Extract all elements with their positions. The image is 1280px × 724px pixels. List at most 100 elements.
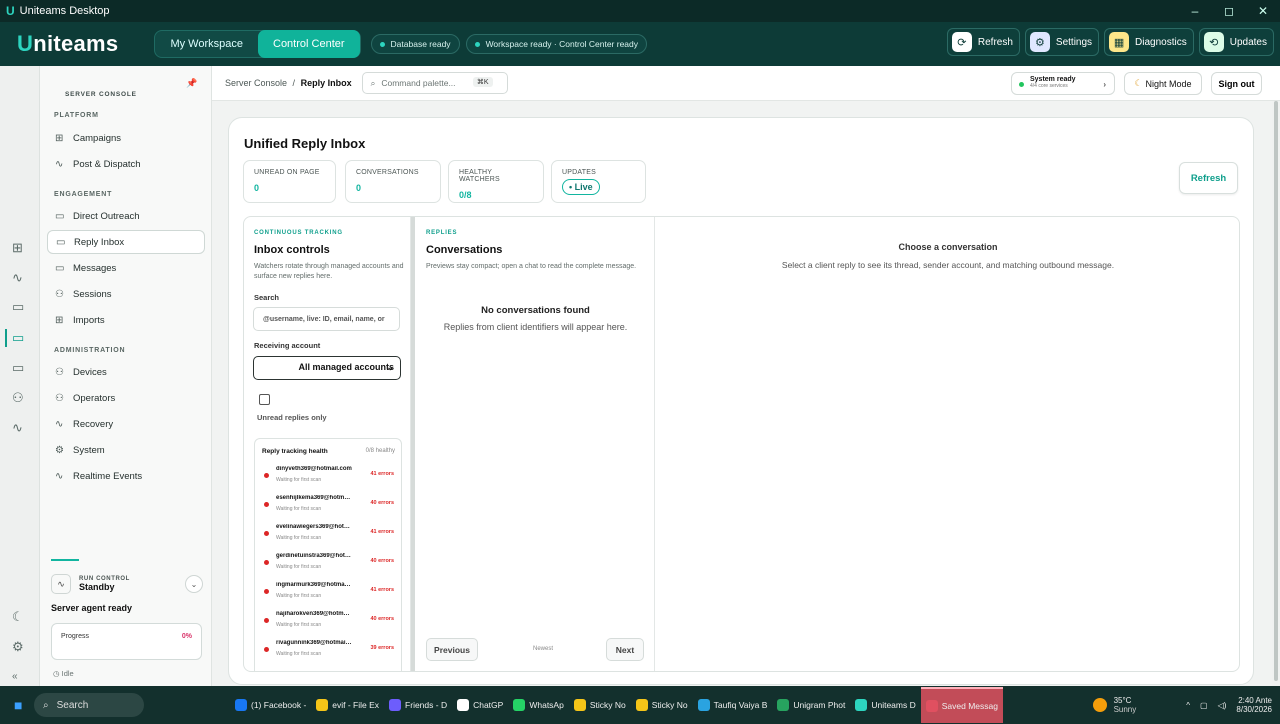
chevron-down-icon[interactable]: ⌄ [185, 575, 203, 593]
taskbar-search[interactable]: ⌕ Search [34, 693, 144, 717]
chevron-up-icon[interactable]: ^ [1186, 701, 1190, 710]
taskbar-app[interactable]: (1) Facebook - [230, 687, 311, 723]
minimize-button[interactable]: – [1178, 0, 1212, 22]
account-label: Receiving account [254, 341, 321, 350]
taskbar-app[interactable]: Sticky No [569, 687, 631, 723]
taskbar-app[interactable]: Friends - D [384, 687, 452, 723]
account-select[interactable]: All managed accounts ⌄ [253, 356, 401, 380]
refresh-button[interactable]: Refresh [1179, 162, 1238, 194]
list-item[interactable]: najiharokven369@hotmail.comWaiting for f… [262, 611, 396, 637]
sidebar-item-reply-inbox[interactable]: ▭ Reply Inbox [47, 230, 205, 254]
weather[interactable]: 35°C Sunny [1092, 696, 1136, 714]
error-dot-icon [264, 647, 269, 652]
pulse-icon[interactable]: ∿ [12, 420, 23, 436]
taskbar-app[interactable]: WhatsAp [508, 687, 569, 723]
grid-icon[interactable]: ⊞ [12, 240, 23, 256]
taskbar-app[interactable]: Sticky No [631, 687, 693, 723]
icon-rail: ⊞ ∿ ▭ ▭ ▭ ⚇ ∿ ☾ ⚙ « [0, 66, 40, 686]
sign-out-button[interactable]: Sign out [1211, 72, 1262, 95]
updates-button[interactable]: ⟲ Updates [1198, 28, 1274, 56]
gear-icon: ⚙ [1029, 32, 1050, 52]
list-item[interactable]: esenhijlkema369@hotmail.comWaiting for f… [262, 495, 396, 521]
sidebar-item-imports[interactable]: ⊞ Imports [47, 308, 205, 332]
gear-icon[interactable]: ⚙ [12, 639, 24, 655]
tracking-health: Reply tracking health 0/8 healthy dinyve… [254, 438, 402, 671]
command-palette[interactable]: ⌕ Command palette... ⌘K [361, 72, 508, 94]
sidebar-item-sessions[interactable]: ⚇ Sessions [47, 282, 205, 306]
taskbar-app[interactable]: Taufiq Vaiya B [693, 687, 773, 723]
sidebar-item-operators[interactable]: ⚇ Operators [47, 386, 205, 410]
list-item[interactable]: gerdinetuinstra369@hotmail....Waiting fo… [262, 553, 396, 579]
chevron-down-icon: ⌄ [386, 362, 394, 372]
list-item[interactable]: ingmarmurk369@hotmail.comWaiting for fir… [262, 582, 396, 608]
run-control[interactable]: ∿ RUN CONTROL Standby ⌄ [51, 565, 203, 603]
app-icon [697, 699, 710, 711]
moon-icon[interactable]: ☾ [12, 609, 24, 625]
list-item[interactable]: rivagunnink369@hotmail.comWaiting for fi… [262, 640, 396, 666]
controls-scrollbar[interactable] [411, 217, 415, 671]
sidebar-item-realtime-events[interactable]: ∿ Realtime Events [47, 464, 205, 488]
pin-icon[interactable]: 📌 [186, 78, 197, 89]
maximize-button[interactable]: ◻ [1212, 0, 1246, 22]
taskbar-app[interactable]: Uniteams D [850, 687, 920, 723]
taskbar-app[interactable]: Saved Messag [920, 687, 1003, 723]
sidebar-item-system[interactable]: ⚙ System [47, 438, 205, 462]
app-icon [235, 699, 247, 711]
title-bar: U Uniteams Desktop – ◻ ✕ [0, 0, 1280, 22]
chevron-right-icon: › [1103, 80, 1106, 89]
next-button[interactable]: Next [606, 638, 644, 661]
clock[interactable]: 2:40 Ante 8/30/2026 [1236, 696, 1272, 714]
section-engagement: ENGAGEMENT [54, 191, 113, 198]
search-input[interactable]: @username, live: ID, email, name, or [253, 307, 400, 331]
taskbar-app[interactable]: evif - File Ex [311, 687, 384, 723]
sidebar-item-recovery[interactable]: ∿ Recovery [47, 412, 205, 436]
taskbar-app[interactable]: Unigram Phot [772, 687, 850, 723]
message-icon[interactable]: ▭ [12, 330, 24, 346]
message-icon[interactable]: ▭ [12, 360, 24, 376]
settings-button[interactable]: ⚙ Settings [1024, 28, 1100, 56]
unread-checkbox[interactable] [259, 394, 270, 405]
page-scrollbar[interactable] [1272, 101, 1280, 686]
refresh-icon: ⟳ [951, 32, 972, 52]
database-status-pill: Database ready [370, 34, 460, 54]
system-status[interactable]: System ready 4/4 core services › [1011, 72, 1115, 95]
stat-unread: UNREAD ON PAGE 0 [243, 160, 336, 203]
status-dot-icon [379, 41, 385, 47]
list-item[interactable]: dinyveth369@hotmail.com Waiting for first… [262, 466, 396, 492]
close-button[interactable]: ✕ [1246, 0, 1280, 22]
progress-value: 0% [181, 633, 192, 640]
message-icon: ▭ [55, 210, 65, 222]
network-icon[interactable]: ▢ [1200, 701, 1208, 710]
sidebar-item-messages[interactable]: ▭ Messages [47, 256, 205, 280]
controls-title: Inbox controls [254, 244, 330, 256]
tab-control-center[interactable]: Control Center [258, 30, 360, 58]
diagnostics-button[interactable]: ▦ Diagnostics [1104, 28, 1194, 56]
collapse-icon[interactable]: « [12, 671, 18, 682]
refresh-button[interactable]: ⟳ Refresh [946, 28, 1020, 56]
sidebar-item-devices[interactable]: ⚇ Devices [47, 360, 205, 384]
sidebar-item-direct-outreach[interactable]: ▭ Direct Outreach [47, 204, 205, 228]
pulse-icon: ∿ [55, 418, 64, 430]
breadcrumb-current: Reply Inbox [300, 78, 352, 88]
stat-healthy-watchers: HEALTHY WATCHERS 0/8 [448, 160, 544, 203]
list-item[interactable]: evelinawiegers369@hotmail....Waiting for… [262, 524, 396, 550]
night-mode-button[interactable]: ☾ Night Mode [1124, 72, 1202, 95]
previous-button[interactable]: Previous [426, 638, 478, 661]
message-icon[interactable]: ▭ [12, 299, 24, 315]
taskbar-app[interactable]: ChatGP [452, 687, 508, 723]
pulse-icon[interactable]: ∿ [12, 270, 23, 286]
sidebar-item-campaigns[interactable]: ⊞ Campaigns [47, 126, 205, 150]
reply-inbox-card: Unified Reply Inbox UNREAD ON PAGE 0 CONV… [228, 117, 1254, 685]
run-control-value: Standby [79, 582, 115, 592]
tab-my-workspace[interactable]: My Workspace [155, 30, 258, 58]
message-icon: ▭ [55, 262, 65, 274]
start-icon[interactable]: ■ [14, 697, 22, 713]
grid-icon: ⊞ [55, 132, 64, 144]
page-header: Server Console / Reply Inbox ⌕ Command p… [212, 66, 1280, 101]
volume-icon[interactable]: ◁) [1218, 701, 1227, 710]
users-icon[interactable]: ⚇ [12, 390, 24, 406]
stat-conversations: CONVERSATIONS 0 [345, 160, 441, 203]
breadcrumb-root[interactable]: Server Console [225, 78, 287, 88]
search-icon: ⌕ [370, 77, 376, 88]
sidebar-item-post-dispatch[interactable]: ∿ Post & Dispatch [47, 152, 205, 176]
